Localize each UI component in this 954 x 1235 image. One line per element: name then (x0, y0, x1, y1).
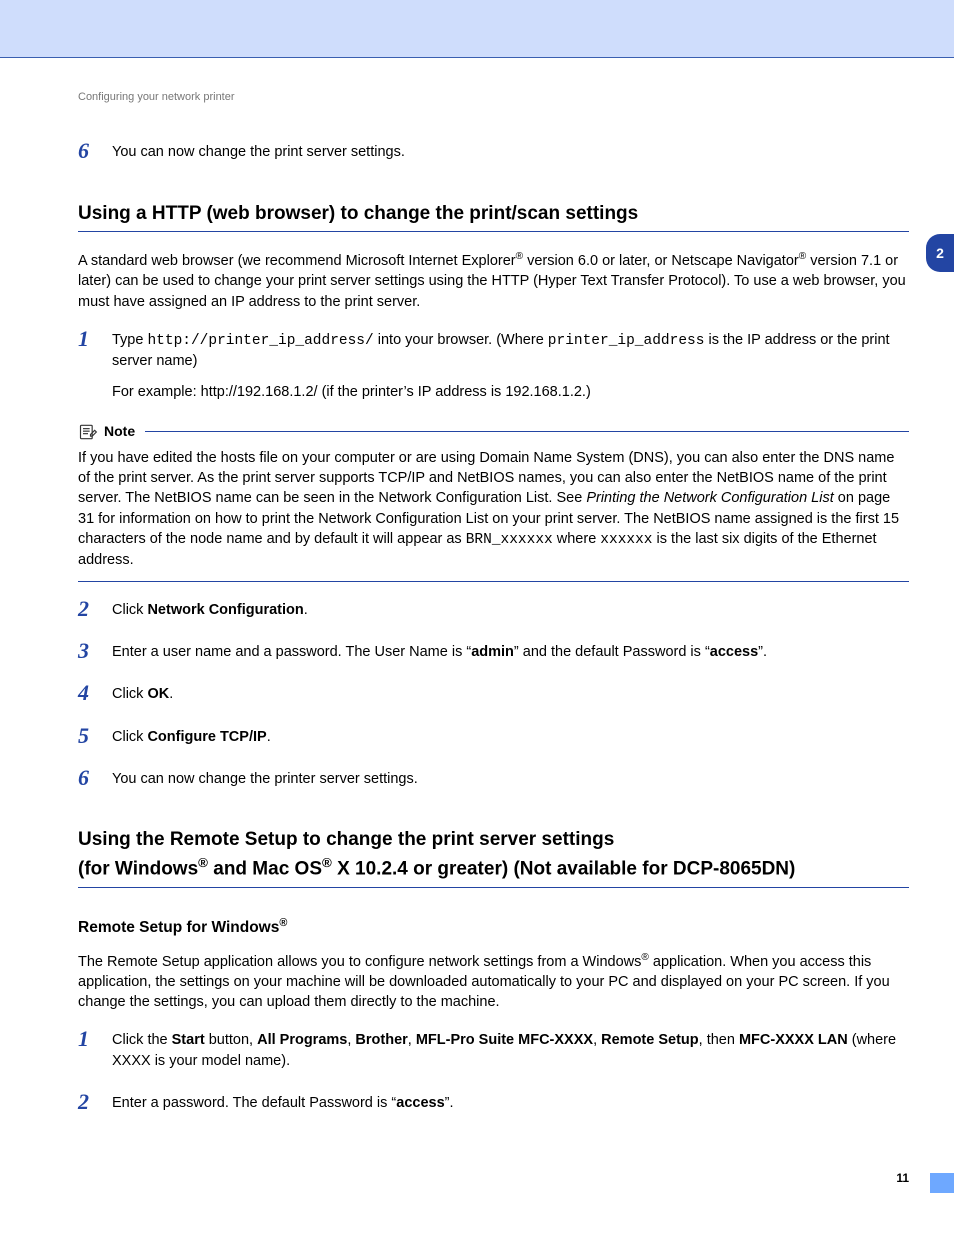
bold-text: admin (471, 644, 514, 660)
page-number: 11 (896, 1170, 909, 1187)
text-run: Using the Remote Setup to change the pri… (78, 829, 614, 850)
text-run: . (267, 729, 271, 745)
top-band (0, 0, 954, 58)
text-run: Remote Setup for Windows (78, 919, 279, 936)
step-body: You can now change the printer server se… (112, 767, 909, 799)
step-body: Click OK. (112, 682, 909, 714)
text-run: Click (112, 686, 147, 702)
text-run: into your browser. (Where (378, 332, 548, 348)
section-rule (78, 887, 909, 888)
text-run: , (408, 1032, 416, 1048)
step-body: Click the Start button, All Programs, Br… (112, 1028, 909, 1081)
step-number: 1 (78, 328, 102, 350)
bold-text: Start (172, 1032, 205, 1048)
text-run: For example: http://192.168.1.2/ (if the… (112, 382, 909, 402)
section-header: Configuring your network printer (78, 90, 909, 105)
registered-mark: ® (198, 855, 208, 870)
code-text: printer_ip_address (548, 333, 705, 349)
text-run: and Mac OS (213, 858, 322, 879)
step-number: 2 (78, 598, 102, 620)
section-rule (78, 231, 909, 232)
bold-text: Brother (355, 1032, 407, 1048)
chapter-tab: 2 (926, 234, 954, 272)
note-block: Note If you have edited the hosts file o… (78, 422, 909, 582)
step-number: 6 (78, 767, 102, 789)
step-number: 4 (78, 682, 102, 704)
registered-mark: ® (641, 952, 648, 963)
bold-text: Configure TCP/IP (147, 729, 266, 745)
bold-text: access (710, 644, 758, 660)
section-title: Using a HTTP (web browser) to change the… (78, 201, 909, 228)
step-body: Click Network Configuration. (112, 598, 909, 630)
step-body: Enter a password. The default Password i… (112, 1091, 909, 1123)
code-text: http://printer_ip_address/ (147, 333, 373, 349)
registered-mark: ® (516, 251, 523, 262)
text-run: X 10.2.4 or greater) (Not available for … (337, 858, 795, 879)
step-row: 6 You can now change the printer server … (78, 767, 909, 799)
step-body: Type http://printer_ip_address/ into you… (112, 328, 909, 412)
step-number: 1 (78, 1028, 102, 1050)
note-end-rule (78, 581, 909, 582)
text-run: , (593, 1032, 601, 1048)
text-run: (for Windows (78, 858, 198, 879)
bold-text: Remote Setup (601, 1032, 699, 1048)
text-run: , then (699, 1032, 739, 1048)
text-run: and the default Password is (519, 644, 705, 660)
step-number: 2 (78, 1091, 102, 1113)
text-run: button, (209, 1032, 257, 1048)
note-rule (145, 431, 909, 432)
code-text: xxxxxx (600, 532, 652, 548)
step-row: 2 Enter a password. The default Password… (78, 1091, 909, 1123)
code-text: BRN_xxxxxx (466, 532, 553, 548)
text-run: . (304, 602, 308, 618)
step-row: 3 Enter a user name and a password. The … (78, 640, 909, 672)
italic-link-text[interactable]: Printing the Network Configuration List (586, 490, 833, 506)
bold-text: access (396, 1095, 444, 1111)
text-run: Enter a password. The default Password i… (112, 1095, 391, 1111)
bold-text: MFC-XXXX LAN (739, 1032, 848, 1048)
registered-mark: ® (322, 855, 332, 870)
step-row: 5 Click Configure TCP/IP. (78, 725, 909, 757)
note-label: Note (104, 422, 135, 442)
text-run: A standard web browser (we recommend Mic… (78, 253, 516, 269)
step-body: You can now change the print server sett… (112, 140, 909, 172)
registered-mark: ® (279, 917, 287, 929)
step-number: 5 (78, 725, 102, 747)
text-run: version 6.0 or later, or Netscape Naviga… (527, 253, 799, 269)
text-run: Click the (112, 1032, 172, 1048)
step-number: 6 (78, 140, 102, 162)
page-number-tab (930, 1173, 954, 1193)
note-body: If you have edited the hosts file on you… (78, 448, 909, 571)
step-row: 1 Click the Start button, All Programs, … (78, 1028, 909, 1081)
page-content: Configuring your network printer 6 You c… (0, 0, 954, 1173)
bold-text: All Programs (257, 1032, 347, 1048)
text-run: You can now change the printer server se… (112, 769, 909, 789)
text-run: Click (112, 729, 147, 745)
step-row: 2 Click Network Configuration. (78, 598, 909, 630)
step-number: 3 (78, 640, 102, 662)
step-text: You can now change the print server sett… (112, 144, 405, 160)
step-body: Click Configure TCP/IP. (112, 725, 909, 757)
text-run: Enter a user name and a password. The Us… (112, 644, 466, 660)
text-run: Type (112, 332, 147, 348)
body-paragraph: The Remote Setup application allows you … (78, 951, 909, 1013)
text-run: where (557, 531, 601, 547)
text-run: Click (112, 602, 147, 618)
bold-text: MFL-Pro Suite MFC-XXXX (416, 1032, 593, 1048)
body-paragraph: A standard web browser (we recommend Mic… (78, 250, 909, 312)
bold-text: OK (147, 686, 169, 702)
step-body: Enter a user name and a password. The Us… (112, 640, 909, 672)
registered-mark: ® (799, 251, 806, 262)
bold-text: Network Configuration (147, 602, 303, 618)
step-row: 6 You can now change the print server se… (78, 140, 909, 172)
text-run: The Remote Setup application allows you … (78, 953, 641, 969)
subsection-title: Remote Setup for Windows® (78, 916, 909, 939)
step-row: 1 Type http://printer_ip_address/ into y… (78, 328, 909, 412)
text-run: . (169, 686, 173, 702)
section-title: Using the Remote Setup to change the pri… (78, 827, 909, 883)
step-row: 4 Click OK. (78, 682, 909, 714)
note-edit-icon (78, 422, 98, 442)
